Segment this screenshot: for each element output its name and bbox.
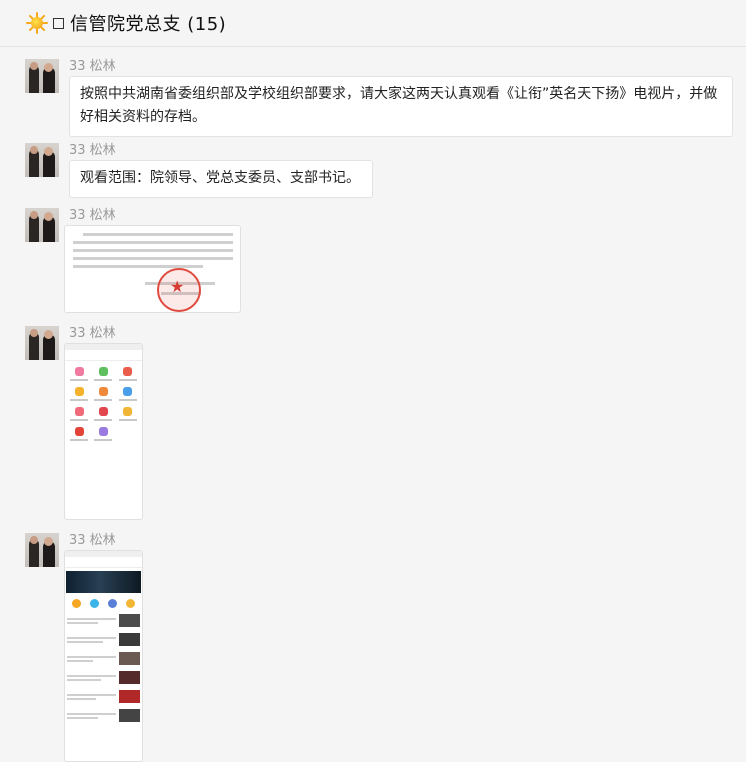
- message-bubble[interactable]: 观看范围：院领导、党总支委员、支部书记。: [69, 160, 373, 198]
- image-attachment-news-list[interactable]: [64, 550, 143, 762]
- image-attachment-app-grid[interactable]: [64, 343, 143, 520]
- image-attachment-document[interactable]: ★: [64, 225, 241, 313]
- sender-name: 33 松林: [69, 533, 116, 548]
- message-bubble[interactable]: 按照中共湖南省委组织部及学校组织部要求，请大家这两天认真观看《让衔”英名天下扬》…: [69, 76, 733, 137]
- avatar[interactable]: [25, 143, 59, 177]
- avatar[interactable]: [25, 59, 59, 93]
- avatar[interactable]: [25, 208, 59, 242]
- sender-name: 33 松林: [69, 59, 116, 74]
- sun-emoji-icon: [26, 12, 48, 34]
- checkbox-glyph-icon: [53, 17, 64, 29]
- sender-name: 33 松林: [69, 143, 116, 158]
- avatar[interactable]: [25, 326, 59, 360]
- sender-name: 33 松林: [69, 208, 116, 223]
- chat-header: 信管院党总支 (15): [0, 0, 746, 47]
- chat-title: 信管院党总支 (15): [70, 14, 227, 35]
- red-seal-icon: ★: [157, 268, 201, 312]
- sender-name: 33 松林: [69, 326, 116, 341]
- avatar[interactable]: [25, 533, 59, 567]
